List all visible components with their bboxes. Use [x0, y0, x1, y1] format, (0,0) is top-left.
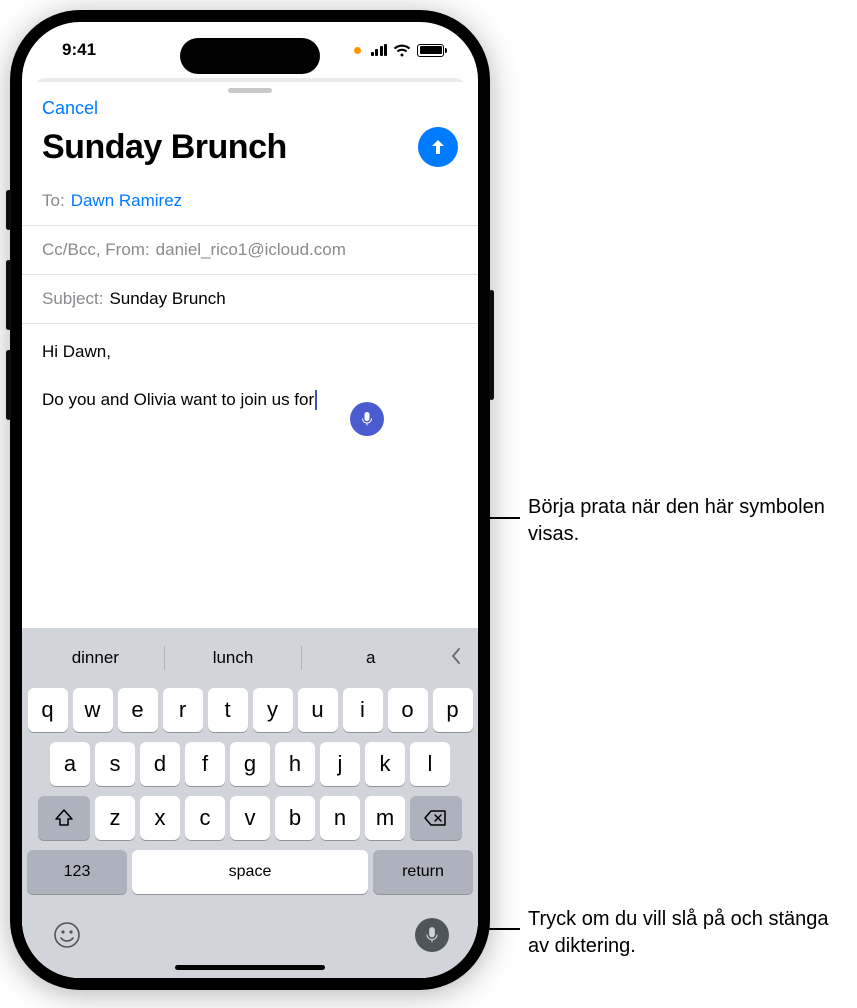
body-line-1: Hi Dawn, — [42, 340, 458, 364]
from-address: daniel_rico1@icloud.com — [156, 240, 346, 260]
key-w[interactable]: w — [73, 688, 113, 732]
compose-sheet: Cancel Sunday Brunch To: Dawn Ramirez Cc… — [22, 82, 478, 978]
key-b[interactable]: b — [275, 796, 315, 840]
key-t[interactable]: t — [208, 688, 248, 732]
subject-label: Subject: — [42, 289, 103, 309]
key-q[interactable]: q — [28, 688, 68, 732]
to-recipient[interactable]: Dawn Ramirez — [71, 191, 182, 211]
wifi-icon — [393, 44, 411, 57]
key-g[interactable]: g — [230, 742, 270, 786]
key-e[interactable]: e — [118, 688, 158, 732]
compose-title: Sunday Brunch — [42, 128, 287, 167]
body-line-2: Do you and Olivia want to join us for — [42, 390, 314, 409]
key-d[interactable]: d — [140, 742, 180, 786]
key-r[interactable]: r — [163, 688, 203, 732]
key-f[interactable]: f — [185, 742, 225, 786]
key-h[interactable]: h — [275, 742, 315, 786]
key-o[interactable]: o — [388, 688, 428, 732]
suggestion-3[interactable]: a — [302, 648, 439, 668]
key-j[interactable]: j — [320, 742, 360, 786]
collapse-suggestions-button[interactable] — [439, 645, 473, 671]
space-key[interactable]: space — [132, 850, 368, 894]
subject-field[interactable]: Subject: Sunday Brunch — [22, 275, 478, 324]
body-textarea[interactable]: Hi Dawn, Do you and Olivia want to join … — [22, 324, 478, 628]
mic-in-use-indicator-icon — [354, 47, 361, 54]
volume-down-button — [6, 350, 11, 420]
to-label: To: — [42, 191, 65, 211]
send-button[interactable] — [418, 127, 458, 167]
keyboard-row-2: a s d f g h j k l — [27, 742, 473, 786]
to-field[interactable]: To: Dawn Ramirez — [22, 177, 478, 226]
key-p[interactable]: p — [433, 688, 473, 732]
shift-key[interactable] — [38, 796, 90, 840]
key-u[interactable]: u — [298, 688, 338, 732]
microphone-icon — [359, 411, 375, 427]
dictation-button[interactable] — [415, 918, 449, 952]
suggestion-bar: dinner lunch a — [27, 636, 473, 680]
arrow-up-icon — [428, 137, 448, 157]
chevron-left-icon — [450, 647, 462, 665]
keyboard-row-1: q w e r t y u i o p — [27, 688, 473, 732]
status-time: 9:41 — [62, 40, 96, 60]
number-key[interactable]: 123 — [27, 850, 127, 894]
key-c[interactable]: c — [185, 796, 225, 840]
return-key[interactable]: return — [373, 850, 473, 894]
ccbcc-from-field[interactable]: Cc/Bcc, From: daniel_rico1@icloud.com — [22, 226, 478, 275]
backspace-key[interactable] — [410, 796, 462, 840]
suggestion-2[interactable]: lunch — [165, 648, 302, 668]
key-x[interactable]: x — [140, 796, 180, 840]
backspace-icon — [424, 809, 448, 827]
key-l[interactable]: l — [410, 742, 450, 786]
keyboard-bottom-bar — [27, 904, 473, 952]
ccbcc-from-label: Cc/Bcc, From: — [42, 240, 150, 260]
screen: 9:41 Cancel Sunday Brunch — [22, 22, 478, 978]
silent-switch — [6, 190, 11, 230]
microphone-icon — [423, 926, 441, 944]
dynamic-island — [180, 38, 320, 74]
shift-icon — [54, 809, 74, 827]
emoji-icon — [53, 921, 81, 949]
key-s[interactable]: s — [95, 742, 135, 786]
key-y[interactable]: y — [253, 688, 293, 732]
keyboard-row-3: z x c v b n m — [27, 796, 473, 840]
subject-value: Sunday Brunch — [109, 289, 225, 309]
key-k[interactable]: k — [365, 742, 405, 786]
cellular-signal-icon — [371, 44, 388, 56]
suggestion-1[interactable]: dinner — [27, 648, 164, 668]
key-z[interactable]: z — [95, 796, 135, 840]
key-i[interactable]: i — [343, 688, 383, 732]
callout-dictation-indicator: Börja prata när den här symbolen visas. — [528, 494, 828, 548]
key-m[interactable]: m — [365, 796, 405, 840]
home-indicator[interactable] — [175, 965, 325, 970]
status-right — [354, 44, 445, 57]
dictation-active-indicator[interactable] — [350, 402, 384, 436]
cancel-button[interactable]: Cancel — [42, 98, 98, 118]
emoji-button[interactable] — [51, 919, 83, 951]
side-button — [489, 290, 494, 400]
text-cursor — [315, 390, 317, 410]
callout-dictation-toggle: Tryck om du vill slå på och stänga av di… — [528, 906, 838, 960]
keyboard: dinner lunch a q w e r t — [22, 628, 478, 978]
key-n[interactable]: n — [320, 796, 360, 840]
battery-icon — [417, 44, 444, 57]
iphone-frame: 9:41 Cancel Sunday Brunch — [10, 10, 490, 990]
sheet-grabber[interactable] — [228, 88, 272, 93]
volume-up-button — [6, 260, 11, 330]
keyboard-row-4: 123 space return — [27, 850, 473, 894]
key-v[interactable]: v — [230, 796, 270, 840]
key-a[interactable]: a — [50, 742, 90, 786]
